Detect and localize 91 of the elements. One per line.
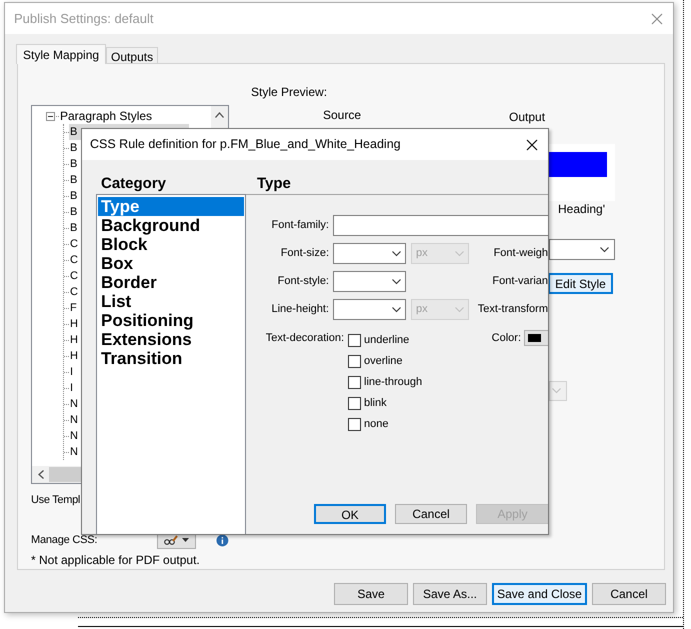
tree-item[interactable]: H: [69, 316, 78, 332]
window-title: Publish Settings: default: [14, 10, 154, 28]
tree-item[interactable]: I: [69, 380, 74, 396]
chevron-down-icon: [392, 250, 401, 256]
select-field[interactable]: [333, 243, 406, 264]
category-item[interactable]: Transition: [98, 349, 244, 368]
output-label: Output: [509, 110, 546, 122]
tree-item[interactable]: C: [69, 236, 78, 252]
tree-item[interactable]: H: [69, 332, 78, 348]
tree-item[interactable]: N: [69, 396, 78, 412]
tab[interactable]: Style Mapping: [16, 44, 106, 64]
tree-item[interactable]: C: [69, 268, 78, 284]
checkbox-label: overline: [364, 354, 403, 369]
chevron-up-icon: [215, 112, 224, 118]
chevron-down-icon: [392, 278, 401, 284]
preview-heading: Style Preview:: [251, 85, 328, 99]
manage-css-label: Manage CSS:: [31, 532, 98, 548]
category-item[interactable]: Type: [98, 197, 244, 216]
chevron-down-icon: [455, 306, 464, 312]
use-template-label: Use Templ: [31, 493, 82, 507]
source-label: Source: [323, 108, 362, 122]
chevron-down-icon: [392, 306, 401, 312]
dialog-button[interactable]: Save: [334, 583, 408, 605]
field-label: Font-weigh: [494, 246, 548, 262]
chevron-down-icon: [600, 246, 609, 252]
tree-item[interactable]: B: [69, 140, 78, 156]
checkbox[interactable]: [348, 376, 361, 388]
tree-item[interactable]: H: [69, 348, 78, 364]
field-label: Font-varian: [492, 274, 548, 290]
close-icon: [651, 12, 663, 24]
chevron-left-icon: [38, 470, 44, 479]
select-field[interactable]: [333, 299, 406, 320]
tree-item[interactable]: B: [69, 220, 78, 236]
checkbox-label: blink: [364, 396, 387, 411]
tree-item[interactable]: F: [69, 300, 77, 316]
field-label: Font-style:: [276, 274, 329, 290]
tree-item[interactable]: B: [69, 156, 78, 172]
color-picker[interactable]: [524, 330, 548, 346]
tree-item[interactable]: Paragraph Styles: [60, 107, 152, 125]
dropdown[interactable]: [549, 239, 615, 260]
tab[interactable]: Outputs: [106, 47, 158, 63]
category-item[interactable]: Block: [98, 235, 244, 254]
tree-item[interactable]: C: [69, 284, 78, 300]
category-item[interactable]: Background: [98, 216, 244, 235]
select-field[interactable]: [333, 271, 406, 292]
category-item[interactable]: List: [98, 292, 244, 311]
panel-heading: Type: [257, 175, 291, 192]
field-label: Text-transform: [478, 302, 548, 318]
edit-style-button[interactable]: Edit Style: [548, 273, 613, 294]
tree-item[interactable]: B: [69, 172, 78, 188]
heading-swatch: [549, 152, 607, 177]
tree-item[interactable]: I: [69, 364, 74, 380]
collapse-toggle[interactable]: [46, 112, 55, 120]
category-item[interactable]: Positioning: [98, 311, 244, 330]
checkbox-label: underline: [364, 332, 410, 348]
minus-icon: [48, 114, 53, 118]
tree-item[interactable]: B: [69, 204, 78, 220]
tree-item[interactable]: B: [69, 188, 78, 204]
checkbox-label: line-through: [364, 374, 422, 390]
field-label: Font-size:: [280, 246, 329, 262]
close-icon: [526, 138, 538, 150]
tree-item[interactable]: N: [69, 444, 78, 460]
dialog-button[interactable]: Save As...: [413, 583, 487, 605]
chevron-down-icon: [455, 250, 464, 256]
tree-item[interactable]: N: [69, 412, 78, 428]
dialog-button[interactable]: Cancel: [395, 504, 467, 524]
color-swatch: [528, 334, 541, 342]
checkbox-label: none: [364, 416, 388, 432]
dialog-button[interactable]: Cancel: [592, 583, 666, 605]
checkbox[interactable]: [348, 354, 361, 368]
caret-icon: [182, 538, 190, 542]
category-item[interactable]: Extensions: [98, 330, 244, 349]
checkbox[interactable]: [348, 334, 361, 346]
field-label: Line-height:: [270, 302, 329, 318]
color-label: Color:: [492, 330, 521, 346]
input-field[interactable]: [333, 215, 548, 236]
checkbox[interactable]: [348, 418, 361, 430]
dialog-button[interactable]: Save and Close: [492, 583, 587, 605]
field-label: Text-decoration:: [264, 331, 344, 346]
tree-item[interactable]: C: [69, 252, 78, 268]
preview-caption: Heading': [558, 202, 606, 216]
dialog-title: CSS Rule definition for p.FM_Blue_and_White_Heading: [90, 136, 401, 154]
tree-item[interactable]: N: [69, 428, 78, 444]
footnote-text: * Not applicable for PDF output.: [31, 552, 201, 569]
category-heading: Category: [100, 174, 168, 194]
checkbox[interactable]: [348, 396, 361, 410]
category-item[interactable]: Border: [98, 273, 244, 292]
chevron-down-icon: [552, 388, 561, 394]
category-item[interactable]: Box: [98, 254, 244, 273]
field-label: Font-family:: [270, 218, 329, 234]
dialog-button[interactable]: OK: [314, 504, 386, 524]
